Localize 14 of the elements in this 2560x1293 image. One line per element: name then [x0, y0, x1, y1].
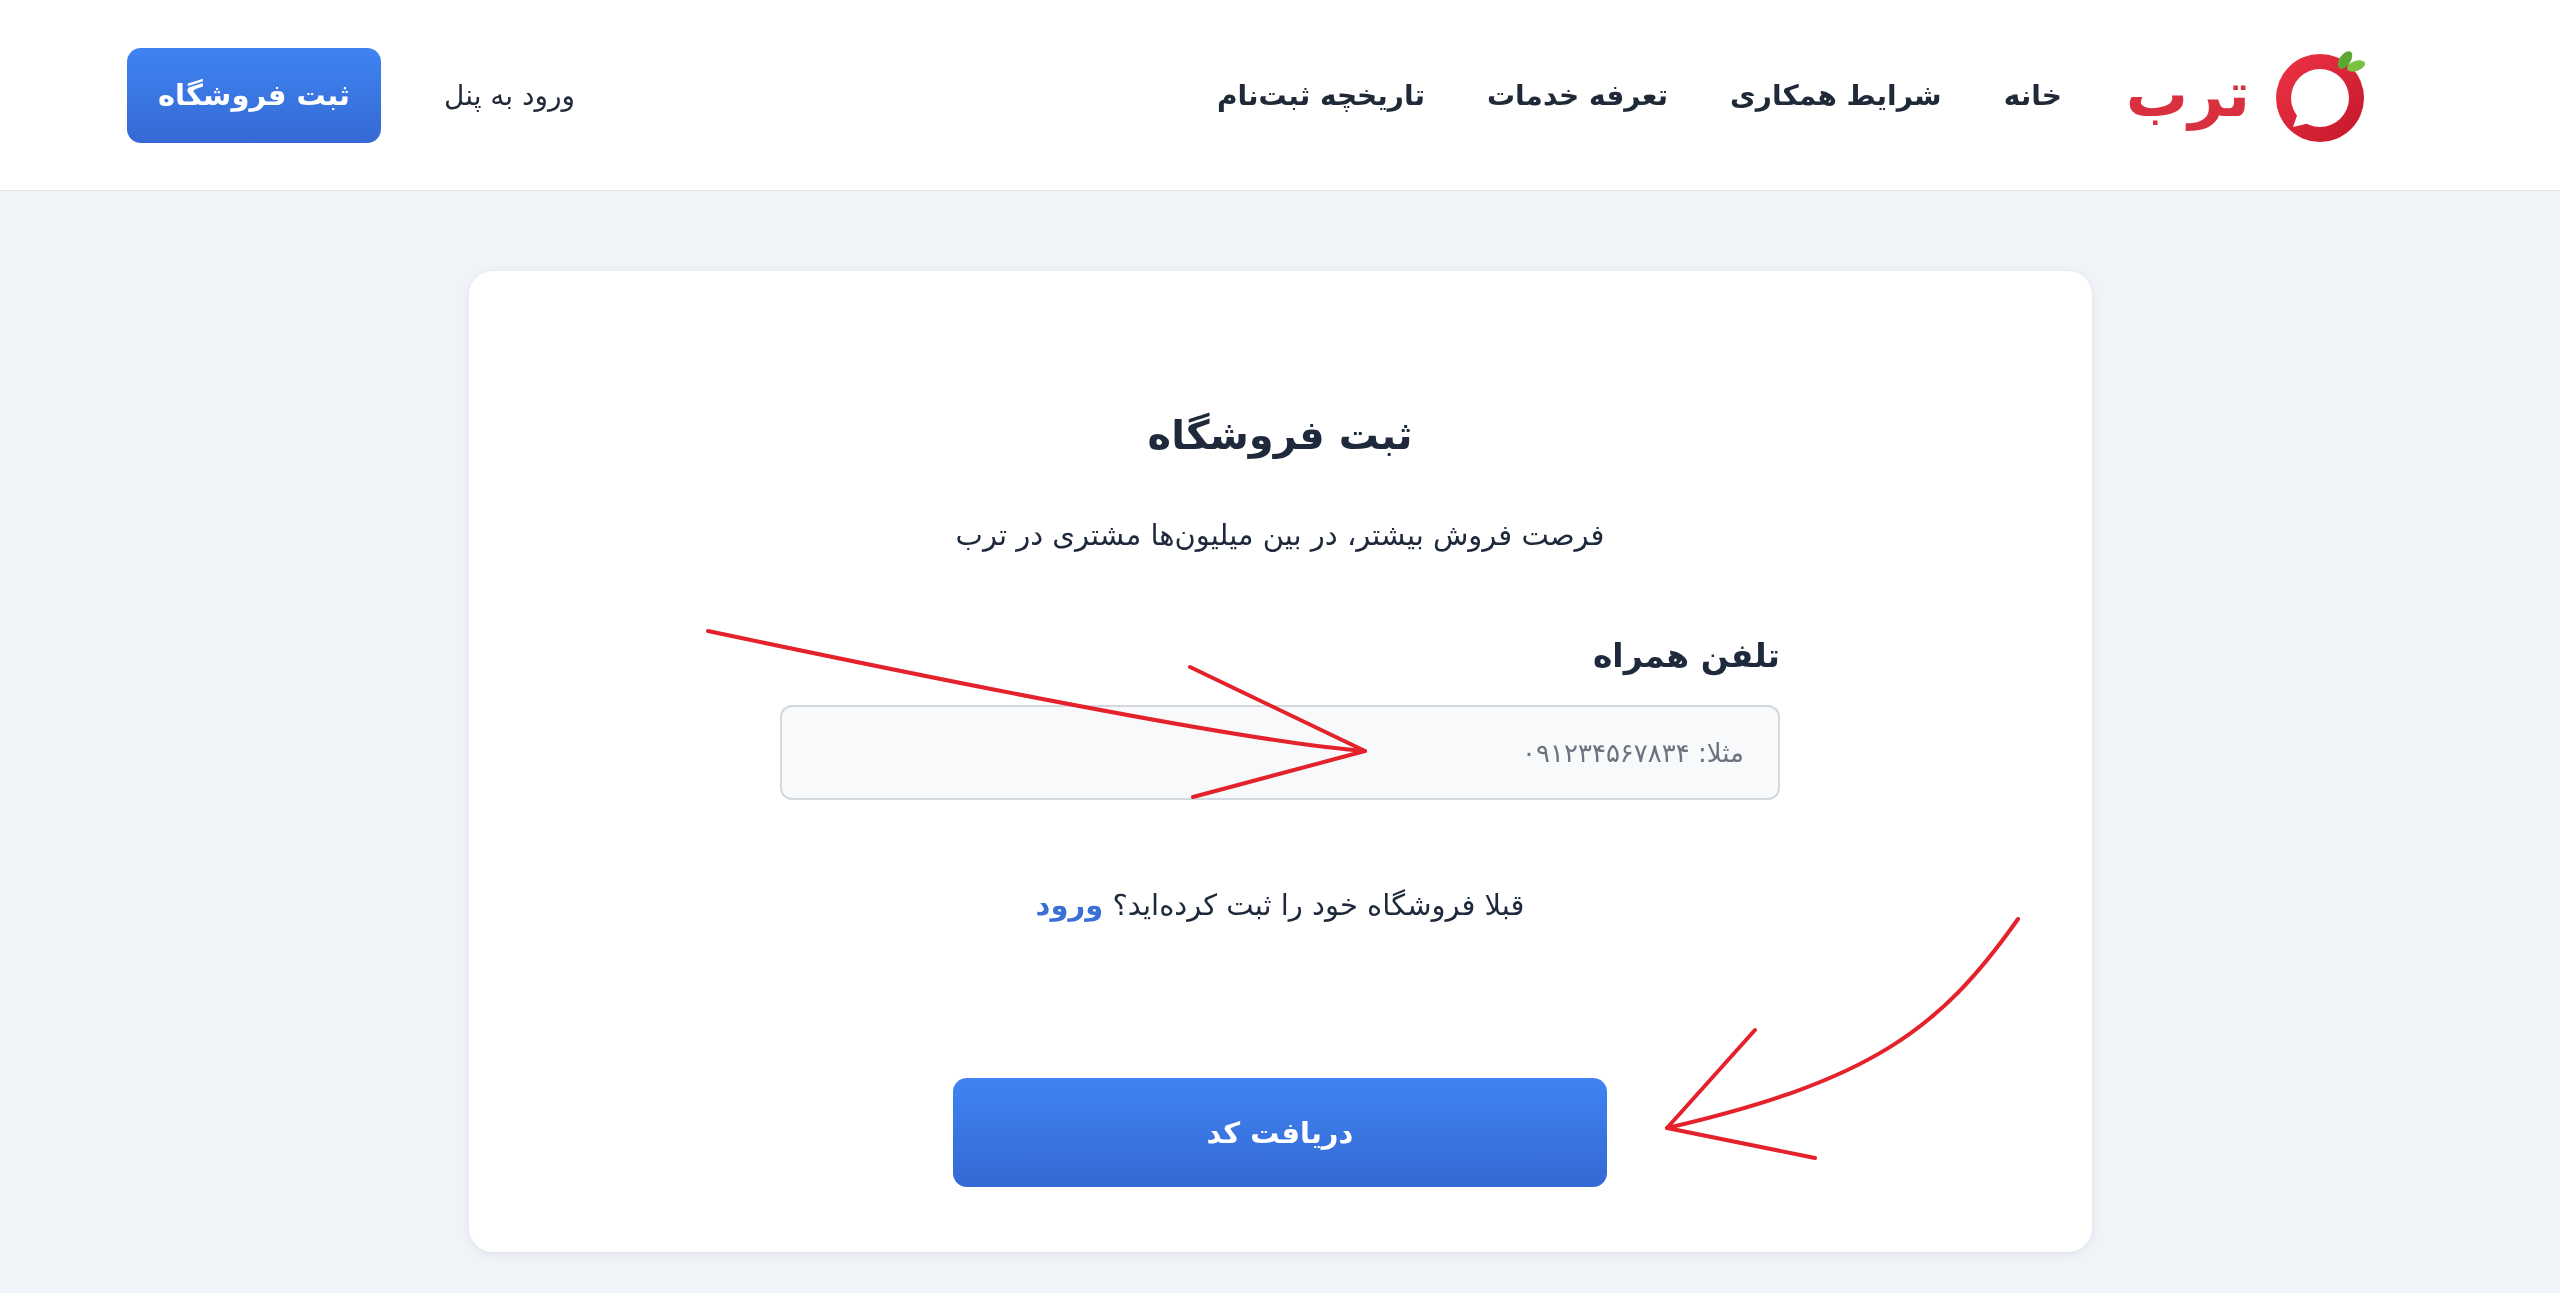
form-title: ثبت فروشگاه	[1147, 411, 1413, 461]
logo-text: ترب	[2125, 57, 2250, 133]
nav-link[interactable]: شرایط همکاری	[1730, 78, 1942, 112]
nav-link[interactable]: خانه	[2003, 78, 2062, 112]
form-subtitle: فرصت فروش بیشتر، در بین میلیون‌ها مشتری در ترب	[955, 517, 1605, 554]
nav-link[interactable]: تاریخچه ثبت‌نام	[1217, 78, 1425, 112]
login-link[interactable]: ورود	[1035, 888, 1104, 922]
panel-login-link[interactable]: ورود به پنل	[444, 78, 576, 112]
phone-input[interactable]: مثلا: ۰۹۱۲۳۴۵۶۷۸۳۴	[780, 705, 1780, 800]
login-prompt: قبلا فروشگاه خود را ثبت کرده‌اید؟ ورود	[1035, 887, 1525, 924]
nav-link[interactable]: تعرفه خدمات	[1486, 78, 1669, 112]
field-label: تلفن همراه	[1592, 635, 1780, 678]
get-code-button[interactable]: دریافت کد	[953, 1078, 1607, 1187]
register-store-button[interactable]: ثبت فروشگاه	[127, 47, 381, 143]
